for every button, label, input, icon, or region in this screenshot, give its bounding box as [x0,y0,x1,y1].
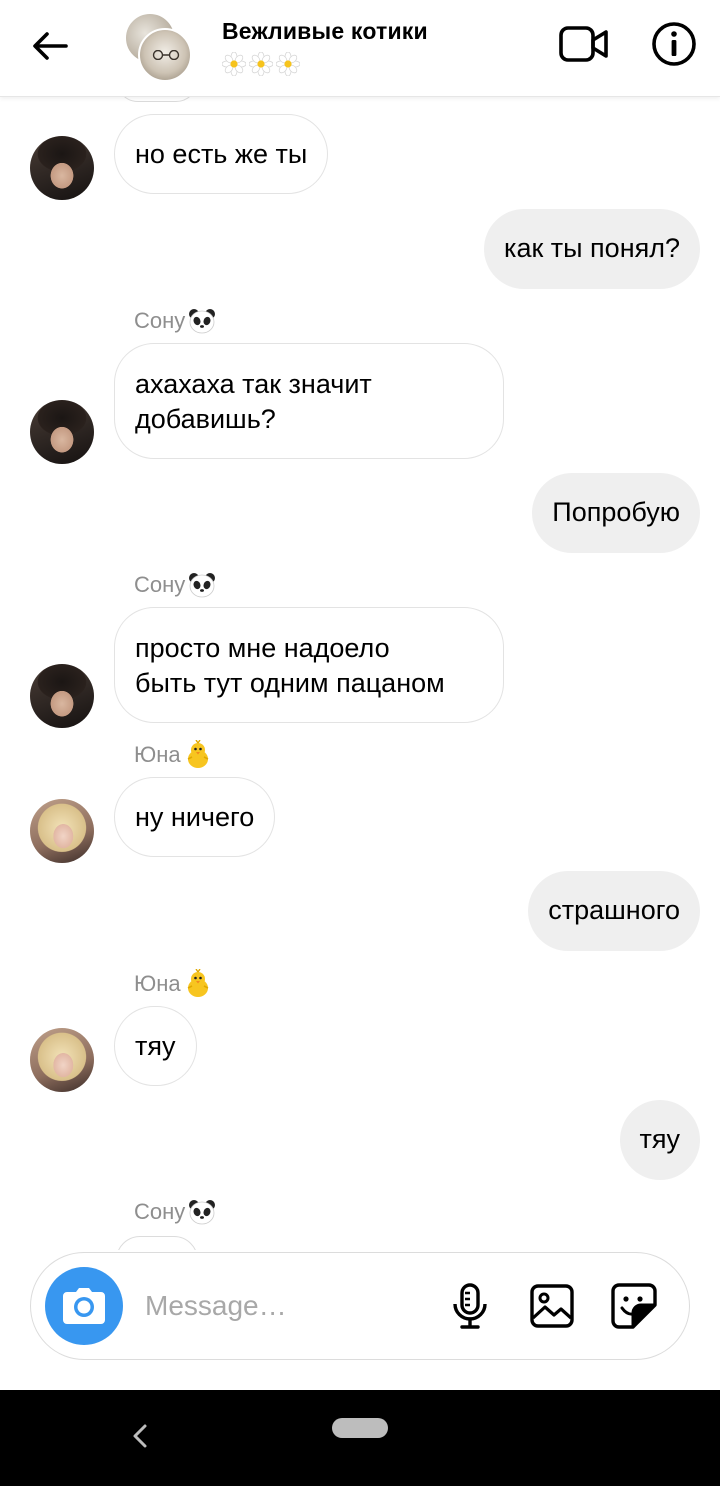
sender-name-label: Сону [134,308,186,333]
chat-title[interactable]: Вежливые котики [222,18,428,45]
sticker-icon [611,1283,657,1329]
message-input[interactable] [143,1283,417,1329]
sender-avatar[interactable] [30,400,94,464]
sender-avatar[interactable] [30,799,94,863]
video-camera-icon [559,26,608,62]
camera-icon [63,1288,105,1324]
sender-avatar[interactable] [30,664,94,728]
panda-icon [189,309,216,334]
sender-avatar[interactable] [30,136,94,200]
message-bubble-partial[interactable] [116,1236,198,1250]
outgoing-message[interactable]: как ты понял? [484,209,700,289]
incoming-message[interactable]: тяу [114,1006,197,1086]
info-button[interactable] [648,18,700,70]
cat-glasses-icon [152,50,180,60]
group-avatar-photo-front [138,28,192,82]
sender-name-label: Сону [134,1199,186,1224]
incoming-message[interactable]: но есть же ты [114,114,329,194]
arrow-left-icon [33,32,68,60]
panda-icon [189,1200,216,1225]
gallery-button[interactable] [527,1281,577,1331]
sender-name: Юна [134,969,213,999]
sender-name: Юна [134,740,213,770]
group-avatar[interactable] [124,12,192,82]
system-navigation-bar [0,1390,720,1486]
message-composer [30,1252,690,1360]
sender-name: Сону [134,306,217,336]
incoming-message[interactable]: просто мне надоело быть тут одним пацано… [114,607,504,723]
outgoing-message[interactable]: тяу [619,1100,700,1180]
chick-icon [187,969,208,997]
camera-button[interactable] [45,1267,123,1345]
sender-name-label: Юна [134,742,181,767]
message-thread[interactable]: но есть же ты как ты понял? Сону ахахаха… [0,96,720,1250]
outgoing-message[interactable]: страшного [528,871,700,951]
daisy-icon [249,52,273,76]
system-back-button[interactable] [120,1414,160,1458]
chick-icon [187,740,208,768]
video-call-button[interactable] [556,20,612,68]
sender-avatar[interactable] [30,1028,94,1092]
sender-name: Сону [134,1197,217,1227]
system-home-pill[interactable] [332,1418,388,1438]
chat-header: Вежливые котики [0,0,720,97]
panda-icon [189,573,216,598]
sticker-button[interactable] [609,1281,659,1331]
microphone-icon [453,1283,487,1329]
chevron-left-icon [133,1424,147,1448]
outgoing-message[interactable]: Попробую [532,473,700,553]
sender-name: Сону [134,570,217,600]
image-icon [530,1284,574,1328]
info-icon [652,22,696,66]
sender-name-label: Сону [134,572,186,597]
sender-name-label: Юна [134,971,181,996]
daisy-icon [222,52,246,76]
incoming-message[interactable]: ахахаха так значит добавишь? [114,343,504,459]
daisy-icon [276,52,300,76]
back-button[interactable] [26,22,74,70]
voice-message-button[interactable] [445,1281,495,1331]
incoming-message[interactable]: ну ничего [114,777,276,857]
chat-subtitle [222,52,300,76]
